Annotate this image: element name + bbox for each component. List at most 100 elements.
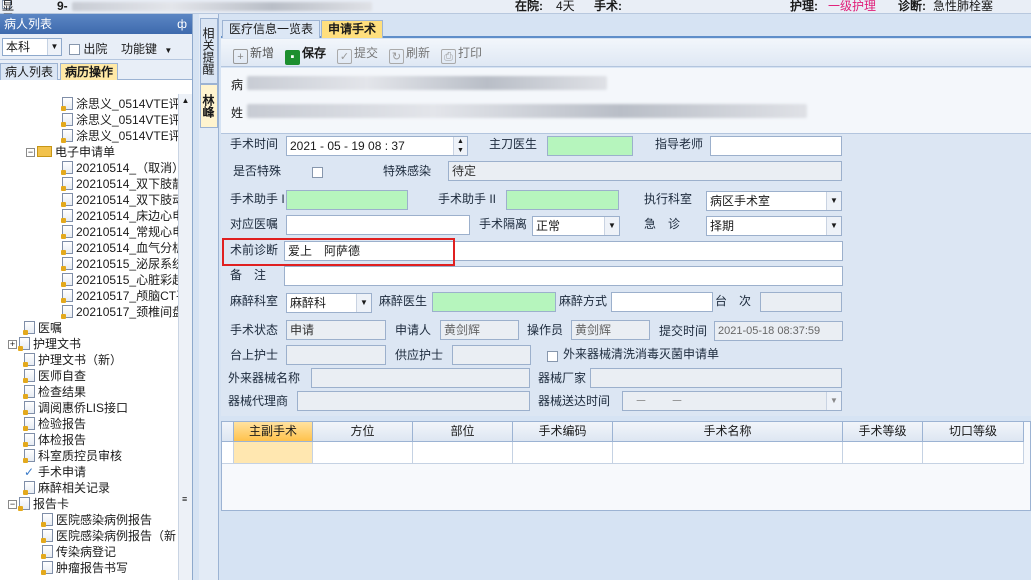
tree-item[interactable]: 20210514_双下肢静 <box>61 176 178 192</box>
tree-node-nursing-new[interactable]: 护理文书（新） <box>23 352 122 368</box>
maker-field[interactable] <box>590 368 842 388</box>
folder-icon <box>37 146 52 157</box>
onstage-nurse-field[interactable] <box>286 345 386 365</box>
isolation-select[interactable]: 正常 ▼ <box>532 216 620 236</box>
order-field[interactable] <box>286 215 470 235</box>
tree-node-lab-report[interactable]: 检验报告 <box>23 416 86 432</box>
mentor-field[interactable] <box>710 136 842 156</box>
tree-item[interactable]: 20210517_颅脑CT平 <box>61 288 178 304</box>
chevron-down-icon: ▼ <box>164 46 173 55</box>
supply-nurse-label: 供应护士 <box>395 348 444 362</box>
assistant1-field[interactable] <box>286 190 408 210</box>
onstage-nurse-label: 台上护士 <box>230 348 279 362</box>
tree-item[interactable]: 20210514_床边心电 <box>61 208 178 224</box>
pin-icon[interactable]: ф <box>177 16 187 32</box>
print-button[interactable]: ⎙ 打印 <box>441 44 482 64</box>
tree-node-anesthesia[interactable]: 麻醉相关记录 <box>23 480 110 496</box>
tree-node-lis[interactable]: 调阅惠侨LIS接口 <box>23 400 128 416</box>
col-header[interactable]: 方位 <box>313 422 413 442</box>
anesth-dept-select[interactable]: 麻醉科 ▼ <box>286 293 372 313</box>
tree-node-self-check[interactable]: 医师自查 <box>23 368 86 384</box>
new-button[interactable]: + 新增 <box>233 44 274 64</box>
external-instruments-checkbox[interactable] <box>547 349 558 363</box>
tree-item[interactable]: 涂思义_0514VTE评 <box>61 112 178 128</box>
collapse-icon[interactable]: − <box>8 500 17 509</box>
tab-surgery-request[interactable]: 申请手术 <box>321 20 384 38</box>
document-icon <box>18 497 30 511</box>
save-button[interactable]: ▪ 保存 <box>285 44 326 65</box>
row-indicator[interactable] <box>222 442 234 464</box>
col-header[interactable]: 手术名称 <box>613 422 843 442</box>
special-checkbox[interactable] <box>312 167 323 178</box>
tree-node-exam-results[interactable]: 检查结果 <box>23 384 86 400</box>
grid-cell[interactable] <box>234 442 313 464</box>
tree-item[interactable]: 20210514_常规心电 <box>61 224 178 240</box>
scroll-up-icon[interactable]: ▲ <box>179 96 192 105</box>
tree-node-surgery-request[interactable]: ✓ 手术申请 <box>24 464 86 480</box>
spin-icon[interactable]: ▲ ▼ <box>453 137 467 155</box>
grid-cell[interactable] <box>313 442 413 464</box>
chevron-down-icon: ▼ <box>826 217 841 235</box>
discharged-checkbox[interactable]: 出院 <box>69 40 107 57</box>
tree-node-physical-report[interactable]: 体检报告 <box>23 432 86 448</box>
tree-folder-requests[interactable]: − 电子申请单 <box>26 144 115 160</box>
agent-field[interactable] <box>297 391 530 411</box>
tree-item[interactable]: 医院感染病例报告 <box>41 512 152 528</box>
toolbar: + 新增 ▪ 保存 ✓ 提交 ↻ 刷新 ⎙ 打印 <box>221 39 1031 67</box>
tree-item[interactable]: 20210514_双下肢动 <box>61 192 178 208</box>
exec-dept-select[interactable]: 病区手术室 ▼ <box>706 191 842 211</box>
grid-cell[interactable] <box>923 442 1024 464</box>
anesth-method-field[interactable] <box>611 292 713 312</box>
table-no-field[interactable] <box>760 292 842 312</box>
tree-item[interactable]: 医院感染病例报告（新 <box>41 528 176 544</box>
highlight-box <box>222 238 455 266</box>
tree-item[interactable]: 20210515_心脏彩超 <box>61 272 178 288</box>
supply-nurse-field[interactable] <box>452 345 531 365</box>
anesth-doctor-field[interactable] <box>432 292 556 312</box>
tree-item[interactable]: 涂思义_0514VTE评 <box>61 96 178 112</box>
surgery-time-label: 手术时间 <box>230 137 279 151</box>
chief-surgeon-field[interactable] <box>547 136 633 156</box>
grid-cell[interactable] <box>513 442 613 464</box>
emergency-select[interactable]: 择期 ▼ <box>706 216 842 236</box>
tree-item[interactable]: 20210514_血气分析 <box>61 240 178 256</box>
tree-item[interactable]: 20210514_（取消）心 <box>61 160 178 176</box>
delivery-time-picker[interactable]: － － ▼ <box>622 391 842 411</box>
tree-node-report-cards[interactable]: − 报告卡 <box>8 496 69 512</box>
expand-icon[interactable]: + <box>8 340 17 349</box>
tree-item[interactable]: 肿瘤报告书写 <box>41 560 128 576</box>
col-header[interactable]: 部位 <box>413 422 513 442</box>
assistant2-field[interactable] <box>506 190 619 210</box>
special-infection-field[interactable]: 待定 <box>448 161 842 181</box>
tab-record-operations[interactable]: 病历操作 <box>60 63 119 80</box>
tree-item[interactable]: 传染病登记 <box>41 544 116 560</box>
tree-scrollbar[interactable]: ▲ ≡ <box>178 94 192 580</box>
scroll-grip-icon[interactable]: ≡ <box>182 494 187 504</box>
remark-field[interactable] <box>284 266 843 286</box>
tab-user[interactable]: 林峰 <box>200 84 218 128</box>
col-header[interactable]: 切口等级 <box>923 422 1024 442</box>
grid-cell[interactable] <box>843 442 923 464</box>
grid-cell[interactable] <box>613 442 843 464</box>
dept-select[interactable]: 本科 ▼ <box>2 38 62 56</box>
tab-medical-overview[interactable]: 医疗信息一览表 <box>222 20 321 38</box>
tree-node-orders[interactable]: 医嘱 <box>23 320 62 336</box>
tree-item[interactable]: 20210515_泌尿系统 <box>61 256 178 272</box>
external-name-field[interactable] <box>311 368 530 388</box>
tab-patient-list[interactable]: 病人列表 <box>0 63 59 80</box>
col-header[interactable]: 手术等级 <box>843 422 923 442</box>
col-header[interactable]: 主副手术 <box>234 422 313 442</box>
chevron-down-icon: ▼ <box>826 392 841 410</box>
refresh-button[interactable]: ↻ 刷新 <box>389 44 430 64</box>
submit-button[interactable]: ✓ 提交 <box>337 44 378 64</box>
tree-item[interactable]: 涂思义_0514VTE评 <box>61 128 178 144</box>
tree-item[interactable]: 20210517_颈椎间盘 <box>61 304 178 320</box>
tab-related-reminders[interactable]: 相关提醒 <box>200 18 218 84</box>
tree-node-nursing[interactable]: + 护理文书 <box>8 336 81 352</box>
function-key-button[interactable]: 功能键 ▼ <box>121 40 172 57</box>
surgery-time-picker[interactable]: 2021 - 05 - 19 08 : 37 ▲ ▼ <box>286 136 468 156</box>
collapse-icon[interactable]: − <box>26 148 35 157</box>
grid-cell[interactable] <box>413 442 513 464</box>
col-header[interactable]: 手术编码 <box>513 422 613 442</box>
tree-node-qc-review[interactable]: 科室质控员审核 <box>23 448 122 464</box>
